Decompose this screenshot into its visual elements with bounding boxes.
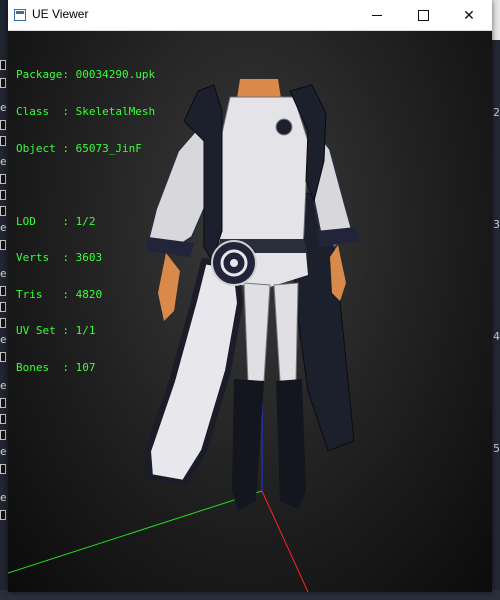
background-app-left-strip: e e e e e e e e	[0, 0, 8, 600]
right-boot	[276, 379, 306, 509]
checkbox-icon	[0, 464, 6, 474]
checkbox-icon	[0, 398, 6, 408]
info-verts: Verts : 3603	[16, 251, 103, 265]
axis-x-line	[261, 490, 309, 592]
checkbox-icon	[0, 414, 6, 424]
app-icon	[14, 9, 26, 21]
axis-y-line	[8, 490, 263, 574]
3d-viewport[interactable]: Package: 00034290.upk Class : SkeletalMe…	[8, 31, 492, 592]
checkbox-icon	[0, 302, 6, 312]
minimize-button[interactable]	[354, 0, 400, 31]
close-button[interactable]: ✕	[446, 0, 492, 31]
checkbox-icon	[0, 430, 6, 440]
checkbox-icon	[0, 60, 6, 70]
info-bones: Bones : 107	[16, 360, 96, 374]
maximize-icon	[417, 10, 429, 21]
info-tris: Tris : 4820	[16, 287, 103, 301]
bg-text: e	[0, 333, 7, 346]
info-lod: LOD : 1/2	[16, 214, 96, 228]
checkbox-icon	[0, 78, 6, 88]
bg-text: e	[0, 221, 7, 234]
window-title: UE Viewer	[32, 7, 89, 21]
bg-text: e	[0, 101, 7, 114]
checkbox-icon	[0, 136, 6, 146]
checkbox-icon	[0, 120, 6, 130]
bg-number: 3	[493, 218, 500, 231]
checkbox-icon	[0, 190, 6, 200]
background-app-right-strip: 2 3 4 5	[492, 0, 500, 600]
checkbox-icon	[0, 240, 6, 250]
left-boot	[232, 379, 264, 511]
bg-number: 2	[493, 106, 500, 119]
left-stocking	[243, 282, 271, 384]
close-icon: ✕	[463, 7, 475, 24]
info-package: Package: 00034290.upk	[16, 68, 156, 82]
info-uvset: UV Set : 1/1	[16, 324, 96, 338]
info-class: Class : SkeletalMesh	[16, 105, 156, 118]
bg-text: e	[0, 445, 7, 458]
minimize-icon	[372, 15, 382, 16]
mesh-info-overlay: Package: 00034290.upk Class : SkeletalMe…	[16, 45, 155, 399]
title-bar[interactable]: UE Viewer ✕	[8, 0, 492, 31]
checkbox-icon	[0, 174, 6, 184]
bg-text: e	[0, 155, 7, 168]
bg-text: e	[0, 491, 7, 504]
right-stocking	[273, 282, 299, 382]
bg-number: 5	[493, 442, 500, 455]
checkbox-icon	[0, 206, 6, 216]
bg-text: e	[0, 267, 7, 280]
checkbox-icon	[0, 352, 6, 362]
collar-ornament	[275, 118, 293, 136]
left-forearm	[158, 253, 180, 321]
info-object: Object : 65073_JinF	[16, 141, 142, 155]
checkbox-icon	[0, 318, 6, 328]
bg-scroll-strip	[492, 0, 500, 40]
checkbox-icon	[0, 286, 6, 296]
checkbox-icon	[0, 510, 6, 520]
emblem-center	[230, 259, 238, 267]
bg-number: 4	[493, 330, 500, 343]
bg-text: e	[0, 379, 7, 392]
info-spacer	[16, 179, 155, 191]
maximize-button[interactable]	[400, 0, 446, 31]
ue-viewer-window: UE Viewer ✕ Package: 00034290.upk Class …	[8, 0, 492, 592]
